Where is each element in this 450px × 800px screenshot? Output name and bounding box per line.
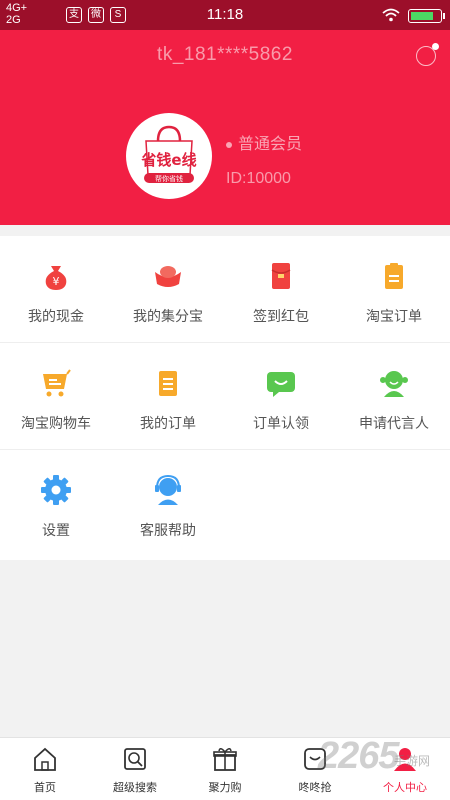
svg-text:省钱e线: 省钱e线 bbox=[140, 151, 196, 169]
nav-super-search[interactable]: 超级搜索 bbox=[90, 738, 180, 800]
spokesperson-icon bbox=[380, 371, 408, 397]
wifi-icon bbox=[382, 8, 400, 22]
menu-row: 设置 客服帮助 bbox=[0, 450, 450, 557]
logo-icon: 省钱e线 帮你省钱 bbox=[127, 114, 211, 198]
money-bag-icon: ¥ bbox=[45, 266, 67, 290]
ingot-icon bbox=[155, 266, 181, 287]
menu-row: 淘宝购物车 我的订单 订单认领 申请代言人 bbox=[0, 343, 450, 450]
menu-settings[interactable]: 设置 bbox=[0, 450, 112, 557]
menu-customer-service[interactable]: 客服帮助 bbox=[112, 450, 224, 557]
menu-taobao-orders[interactable]: 淘宝订单 bbox=[338, 236, 450, 343]
chat-bubble-icon bbox=[267, 372, 295, 397]
menu-grid: ¥ 我的现金 我的集分宝 签到红包 淘宝订单 淘宝购物车 我的订单 订单认领 申… bbox=[0, 236, 450, 560]
message-icon[interactable] bbox=[416, 43, 439, 66]
member-level: 普通会员 bbox=[226, 130, 302, 154]
menu-apply-spokesperson[interactable]: 申请代言人 bbox=[338, 343, 450, 450]
svg-text:¥: ¥ bbox=[53, 275, 60, 288]
watermark: 2265 bbox=[318, 735, 400, 777]
battery-icon bbox=[408, 9, 445, 23]
menu-row: ¥ 我的现金 我的集分宝 签到红包 淘宝订单 bbox=[0, 236, 450, 343]
menu-taobao-cart[interactable]: 淘宝购物车 bbox=[0, 343, 112, 450]
nav-group-buy[interactable]: 聚力购 bbox=[180, 738, 270, 800]
user-id: ID:10000 bbox=[226, 170, 291, 187]
watermark-sub: 手游网 bbox=[394, 754, 431, 768]
home-icon bbox=[34, 747, 56, 771]
profile-header: tk_181****5862 省钱e线 帮你省钱 普通会员 ID:10000 bbox=[0, 30, 450, 225]
nav-home[interactable]: 首页 bbox=[0, 738, 90, 800]
gift-icon bbox=[213, 748, 237, 771]
menu-my-orders[interactable]: 我的订单 bbox=[112, 343, 224, 450]
svg-text:帮你省钱: 帮你省钱 bbox=[155, 174, 183, 183]
shopping-cart-icon bbox=[43, 369, 71, 397]
menu-order-claim[interactable]: 订单认领 bbox=[225, 343, 337, 450]
order-list-icon bbox=[159, 371, 177, 396]
username: tk_181****5862 bbox=[157, 44, 293, 65]
red-envelope-icon bbox=[271, 263, 291, 289]
clipboard-icon bbox=[385, 263, 403, 289]
status-bar: 4G+ 2G 支 微 S 11:18 bbox=[0, 0, 450, 30]
search-icon bbox=[124, 748, 146, 770]
avatar[interactable]: 省钱e线 帮你省钱 bbox=[126, 113, 212, 199]
menu-signin-redpacket[interactable]: 签到红包 bbox=[225, 236, 337, 343]
gear-icon bbox=[41, 475, 71, 505]
headset-icon bbox=[155, 474, 181, 505]
menu-jifenbao[interactable]: 我的集分宝 bbox=[112, 236, 224, 343]
menu-my-cash[interactable]: ¥ 我的现金 bbox=[0, 236, 112, 343]
